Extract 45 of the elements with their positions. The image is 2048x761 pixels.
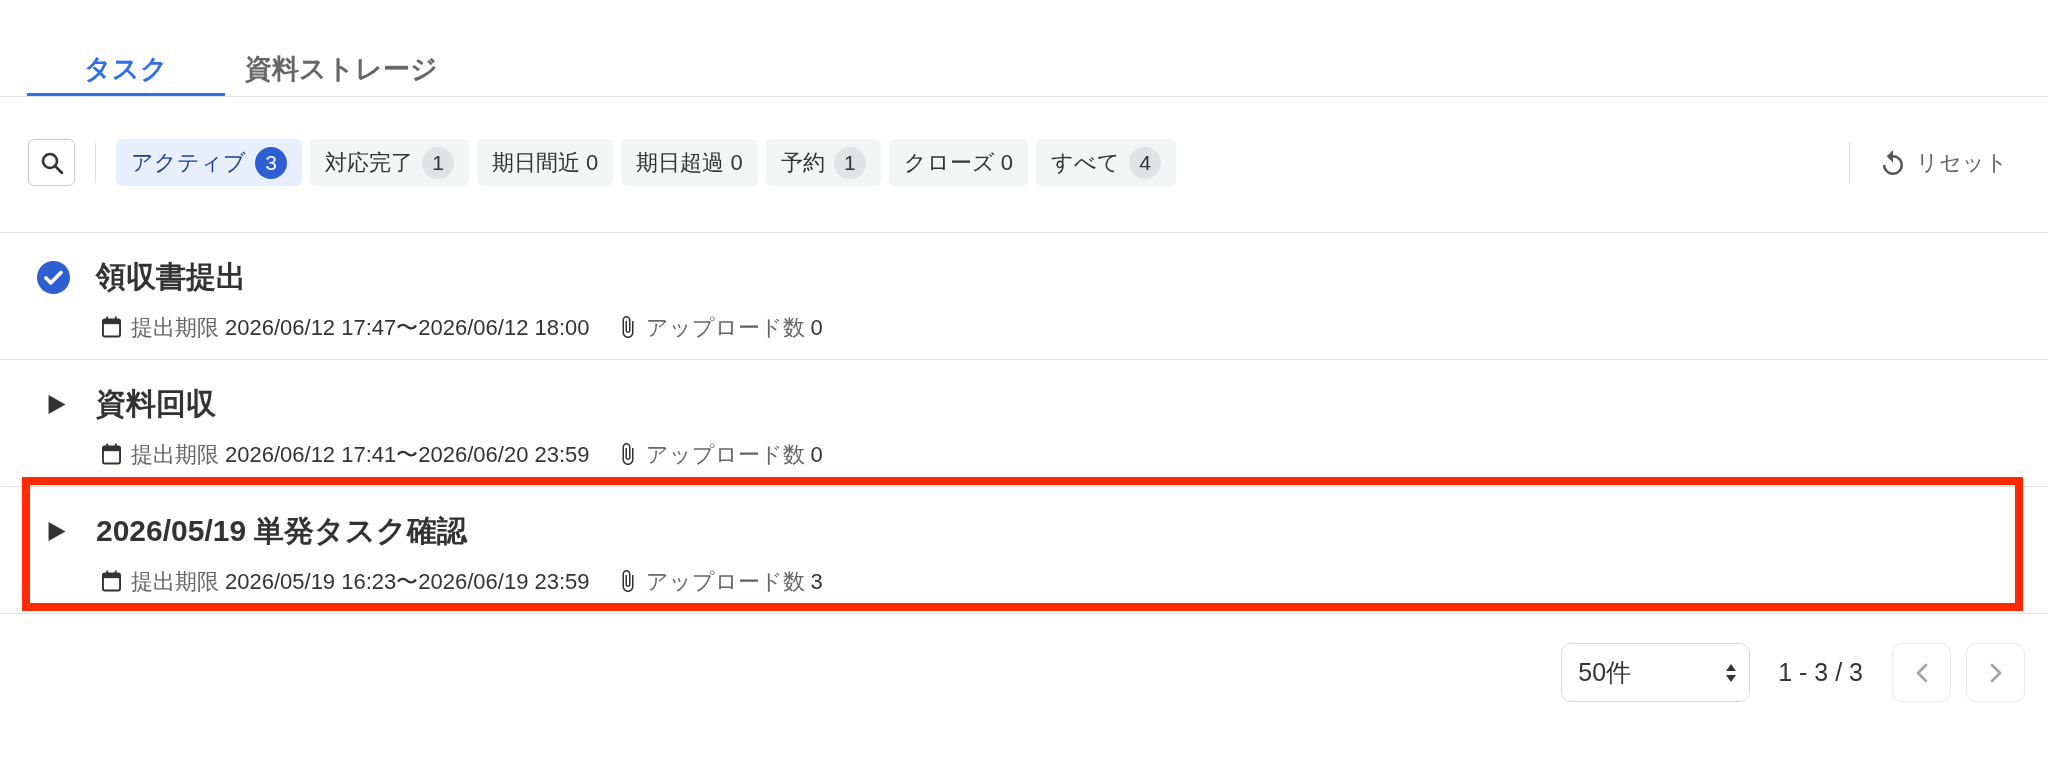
page-range: 1 - 3 / 3 [1778,656,1863,688]
uploads-count: 0 [810,313,823,342]
uploads-count: 3 [810,567,823,596]
filter-chip[interactable]: 対応完了 1 [310,139,469,186]
expand-triangle-icon[interactable] [48,521,66,541]
count-badge: 1 [833,146,866,179]
filter-chip[interactable]: 期日間近 0 [477,139,614,186]
reset-button[interactable]: リセット [1883,146,2008,179]
filter-chip[interactable]: 期日超過 0 [621,139,758,186]
search-icon [40,151,63,174]
sort-arrows-icon [1726,663,1737,682]
count-badge: 3 [255,146,287,179]
task-title: 資料回収 [96,386,217,422]
tab[interactable]: 資料ストレージ [225,46,458,96]
filter-chip[interactable]: クローズ 0 [888,139,1029,186]
task-title: 領収書提出 [96,259,247,295]
uploads-count: 0 [810,440,823,469]
deadline-label: 提出期限 [131,567,219,596]
count-badge: 1 [422,146,454,179]
uploads-label: アップロード数 [645,567,805,596]
deadline-text: 2026/05/19 16:23〜2026/06/19 23:59 [225,567,590,596]
filter-chip[interactable]: すべて 4 [1036,139,1177,186]
reset-icon [1883,150,1903,175]
deadline-text: 2026/06/12 17:47〜2026/06/12 18:00 [225,313,590,342]
chevron-left-icon [1915,662,1928,683]
task-title: 2026/05/19 単発タスク確認 [96,513,469,549]
calendar-icon [102,570,121,592]
calendar-icon [102,316,121,338]
count-badge: 4 [1129,146,1162,179]
paperclip-icon [621,443,634,465]
uploads-label: アップロード数 [645,440,805,469]
deadline-text: 2026/06/12 17:41〜2026/06/20 23:59 [225,440,590,469]
uploads-label: アップロード数 [645,313,805,342]
page-size-select[interactable]: 50件 [1561,643,1751,702]
tab[interactable]: タスク [27,46,225,96]
search-button[interactable] [28,139,75,186]
paperclip-icon [621,316,634,338]
paperclip-icon [621,570,634,592]
chevron-right-icon [1989,662,2002,683]
filter-chip[interactable]: 予約 1 [765,139,881,186]
deadline-label: 提出期限 [131,313,219,342]
filter-chip[interactable]: アクティブ 3 [116,139,302,186]
calendar-icon [102,443,121,465]
deadline-label: 提出期限 [131,440,219,469]
expand-triangle-icon[interactable] [48,394,66,414]
